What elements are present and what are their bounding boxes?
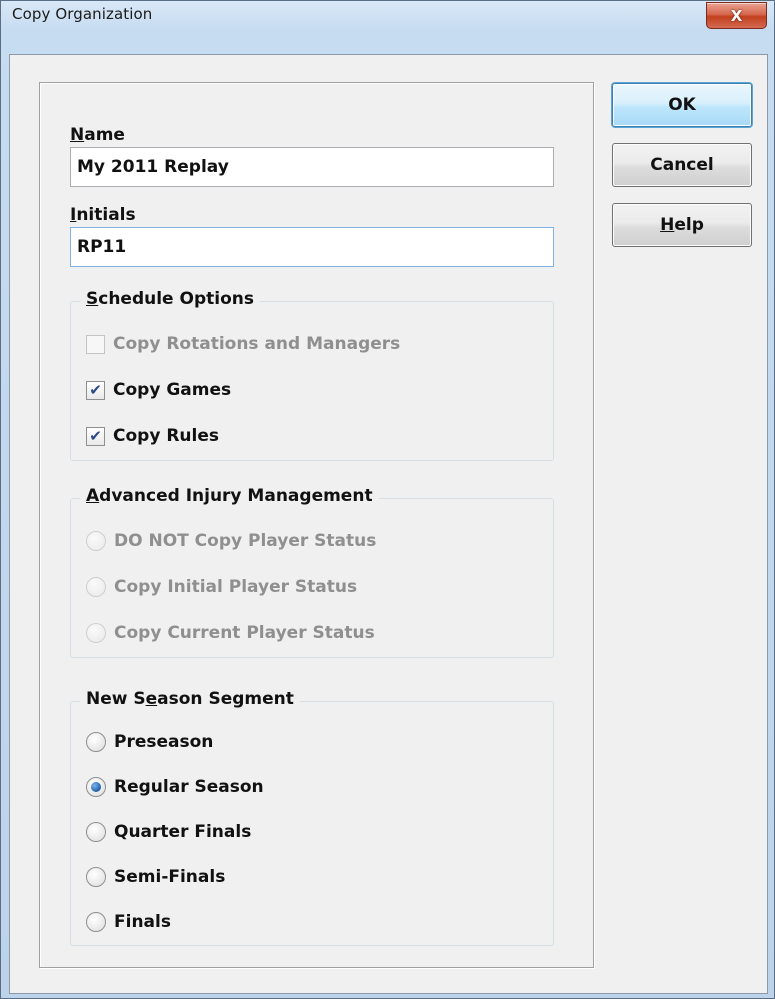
check-icon: ✔ <box>89 426 102 445</box>
do-not-copy-status-radio[interactable]: DO NOT Copy Player Status <box>86 528 376 554</box>
main-panel: Name Initials Schedule Options Copy Rota… <box>39 82 594 968</box>
radio-circle <box>86 912 106 932</box>
ok-button[interactable]: OK <box>612 83 752 127</box>
copy-initial-status-radio[interactable]: Copy Initial Player Status <box>86 574 357 600</box>
injury-management-group: Advanced Injury Management DO NOT Copy P… <box>70 486 554 658</box>
semi-finals-radio[interactable]: Semi-Finals <box>86 864 225 890</box>
radio-circle <box>86 732 106 752</box>
preseason-radio[interactable]: Preseason <box>86 729 213 755</box>
quarter-finals-radio[interactable]: Quarter Finals <box>86 819 251 845</box>
copy-rotations-checkbox[interactable]: Copy Rotations and Managers <box>86 331 400 357</box>
title-bar[interactable]: Copy Organization X <box>1 1 774 31</box>
season-segment-title: New Season Segment <box>80 689 300 709</box>
radio-selected-dot <box>91 782 101 792</box>
dialog-client-area: Name Initials Schedule Options Copy Rota… <box>9 54 768 994</box>
window-title: Copy Organization <box>12 5 153 23</box>
check-icon: ✔ <box>89 380 102 399</box>
schedule-options-group: Schedule Options Copy Rotations and Mana… <box>70 289 554 461</box>
schedule-options-title: Schedule Options <box>80 289 260 309</box>
cancel-button[interactable]: Cancel <box>612 143 752 187</box>
close-icon: X <box>730 6 743 25</box>
copy-current-status-radio[interactable]: Copy Current Player Status <box>86 620 375 646</box>
copy-rules-checkbox[interactable]: ✔ Copy Rules <box>86 423 219 449</box>
name-input[interactable] <box>70 147 554 187</box>
radio-circle <box>86 623 106 643</box>
radio-circle <box>86 577 106 597</box>
initials-label: Initials <box>70 205 136 225</box>
checkbox-box <box>86 334 105 354</box>
help-button[interactable]: Help <box>612 203 752 247</box>
radio-circle <box>86 867 106 887</box>
copy-games-checkbox[interactable]: ✔ Copy Games <box>86 377 231 403</box>
regular-season-radio[interactable]: Regular Season <box>86 774 264 800</box>
name-label: Name <box>70 125 125 145</box>
close-button[interactable]: X <box>706 2 767 29</box>
season-segment-group: New Season Segment Preseason Regular Sea… <box>70 689 554 946</box>
radio-circle <box>86 822 106 842</box>
finals-radio[interactable]: Finals <box>86 909 171 935</box>
checkbox-box: ✔ <box>86 426 105 446</box>
checkbox-box: ✔ <box>86 380 105 400</box>
radio-circle <box>86 777 106 797</box>
injury-management-title: Advanced Injury Management <box>80 486 379 506</box>
copy-organization-dialog: Copy Organization X Name Initials Schedu… <box>0 0 775 999</box>
initials-input[interactable] <box>70 227 554 267</box>
radio-circle <box>86 531 106 551</box>
